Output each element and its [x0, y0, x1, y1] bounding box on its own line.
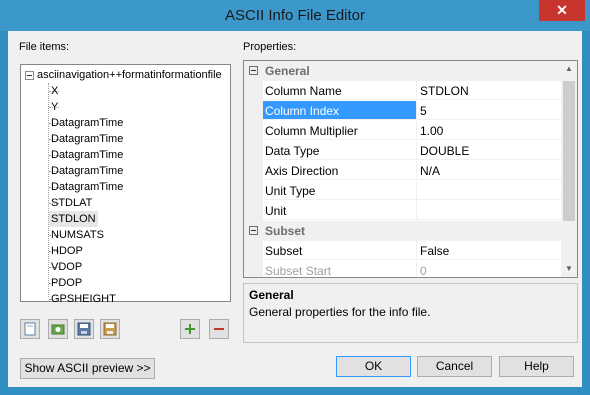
description-text: General properties for the info file.: [249, 305, 431, 319]
category-label: General: [265, 64, 310, 78]
file-items-label: File items:: [19, 41, 70, 53]
property-description-panel: General General properties for the info …: [243, 283, 578, 343]
scroll-up-icon[interactable]: ▲: [561, 61, 577, 77]
tree-item[interactable]: DatagramTime: [49, 163, 125, 179]
property-grid-scrollbar[interactable]: ▲ ▼: [561, 61, 577, 277]
show-ascii-preview-button[interactable]: Show ASCII preview >>: [20, 358, 155, 379]
row-margin: [244, 161, 263, 181]
property-row[interactable]: Data Type DOUBLE: [244, 141, 562, 161]
window-title: ASCII Info File Editor: [224, 7, 366, 24]
property-row-selected[interactable]: Column Index 5: [244, 101, 562, 121]
property-value[interactable]: [417, 201, 562, 220]
property-name: Subset Start: [263, 261, 417, 277]
collapse-icon[interactable]: [249, 226, 258, 235]
property-row[interactable]: Unit Type: [244, 181, 562, 201]
property-value[interactable]: [417, 181, 562, 200]
property-row-disabled: Subset Start 0: [244, 261, 562, 277]
collapse-icon[interactable]: [249, 66, 258, 75]
title-bar: ASCII Info File Editor ✕: [0, 0, 590, 31]
file-items-tree[interactable]: asciinavigation++formatinformationfile X…: [20, 64, 231, 305]
property-value[interactable]: 5: [417, 101, 562, 120]
tree-root-node[interactable]: asciinavigation++formatinformationfile: [25, 67, 222, 83]
tree-item[interactable]: NUMSATS: [49, 227, 106, 243]
property-grid[interactable]: General Column Name STDLON Column Index …: [243, 60, 578, 278]
help-button[interactable]: Help: [499, 356, 574, 377]
property-row[interactable]: Column Name STDLON: [244, 81, 562, 101]
scroll-down-icon[interactable]: ▼: [561, 261, 577, 277]
row-margin: [244, 121, 263, 141]
save-as-icon: [103, 322, 117, 336]
new-file-button[interactable]: [20, 319, 40, 339]
property-value[interactable]: DOUBLE: [417, 141, 562, 160]
tree-item[interactable]: GPSHEIGHT: [49, 291, 118, 307]
property-name: Subset: [263, 241, 417, 260]
ok-button[interactable]: OK: [336, 356, 411, 377]
save-as-button[interactable]: [100, 319, 120, 339]
tree-item[interactable]: DatagramTime: [49, 115, 125, 131]
save-button[interactable]: [74, 319, 94, 339]
property-name: Unit: [263, 201, 417, 220]
open-file-icon: [51, 324, 65, 335]
tree-item[interactable]: VDOP: [49, 259, 84, 275]
property-name: Column Index: [263, 101, 417, 120]
row-margin: [244, 181, 263, 201]
new-file-icon: [24, 322, 36, 336]
property-name: Unit Type: [263, 181, 417, 200]
tree-item[interactable]: X: [49, 83, 60, 99]
description-title: General: [249, 288, 294, 302]
category-general[interactable]: General: [244, 61, 562, 81]
property-row[interactable]: Axis Direction N/A: [244, 161, 562, 181]
scroll-thumb[interactable]: [563, 81, 575, 221]
property-value[interactable]: N/A: [417, 161, 562, 180]
row-margin: [244, 101, 263, 121]
properties-label: Properties:: [243, 41, 297, 53]
category-label: Subset: [265, 224, 306, 238]
category-subset[interactable]: Subset: [244, 221, 562, 241]
dialog-client: File items: asciinavigation++formatinfor…: [8, 31, 582, 387]
property-value[interactable]: STDLON: [417, 81, 562, 100]
close-button[interactable]: ✕: [539, 0, 585, 21]
property-row[interactable]: Column Multiplier 1.00: [244, 121, 562, 141]
row-margin: [244, 81, 263, 101]
property-value: 0: [417, 261, 562, 277]
remove-item-button[interactable]: [209, 319, 229, 339]
property-row[interactable]: Unit: [244, 201, 562, 221]
row-margin: [244, 141, 263, 161]
property-value[interactable]: 1.00: [417, 121, 562, 140]
property-name: Data Type: [263, 141, 417, 160]
property-row[interactable]: Subset False: [244, 241, 562, 261]
row-margin: [244, 261, 263, 277]
add-item-button[interactable]: [180, 319, 200, 339]
property-value[interactable]: False: [417, 241, 562, 260]
property-name: Column Multiplier: [263, 121, 417, 140]
app-window: ASCII Info File Editor ✕ File items: asc…: [0, 0, 590, 395]
tree-item[interactable]: DatagramTime: [49, 147, 125, 163]
row-margin: [244, 241, 263, 261]
tree-item[interactable]: PDOP: [49, 275, 84, 291]
close-icon: ✕: [556, 2, 568, 18]
cancel-button[interactable]: Cancel: [417, 356, 492, 377]
tree-item[interactable]: HDOP: [49, 243, 85, 259]
open-file-button[interactable]: [48, 319, 68, 339]
tree-item[interactable]: STDLAT: [49, 195, 94, 211]
property-name: Axis Direction: [263, 161, 417, 180]
collapse-icon[interactable]: [25, 70, 34, 80]
tree-item[interactable]: Y: [49, 99, 60, 115]
tree-item[interactable]: DatagramTime: [49, 131, 125, 147]
property-name: Column Name: [263, 81, 417, 100]
tree-item-selected[interactable]: STDLON: [49, 211, 98, 227]
save-icon: [77, 322, 91, 336]
tree-item[interactable]: DatagramTime: [49, 179, 125, 195]
tree-root-label: asciinavigation++formatinformationfile: [37, 69, 222, 81]
remove-icon: [214, 328, 224, 330]
row-margin: [244, 201, 263, 221]
add-icon: [185, 324, 195, 334]
